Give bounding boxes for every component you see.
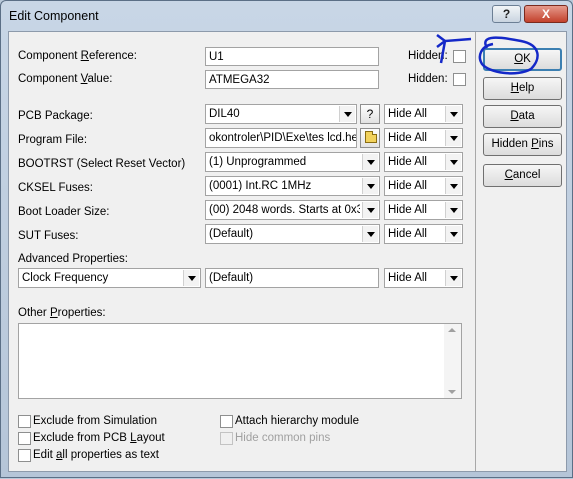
edit-all-text-checkbox[interactable]: [18, 449, 31, 462]
title-help-button[interactable]: ?: [492, 5, 521, 23]
advanced-visibility-select[interactable]: Hide All: [384, 268, 463, 288]
properties-panel: Component Reference: U1 Hidden: Componen…: [9, 32, 476, 471]
hidden-pins-button[interactable]: Hidden Pins: [483, 133, 562, 156]
reference-hidden-checkbox[interactable]: [453, 50, 466, 63]
component-value-label: Component Value:: [18, 73, 113, 85]
attach-hierarchy-label: Attach hierarchy module: [235, 415, 360, 427]
pcb-package-visibility-value: Hide All: [388, 108, 427, 120]
value-hidden-checkbox[interactable]: [453, 73, 466, 86]
boot-loader-visibility-select[interactable]: Hide All: [384, 200, 463, 220]
chevron-down-icon[interactable]: [445, 106, 461, 122]
attach-hierarchy-checkbox[interactable]: [220, 415, 233, 428]
cancel-button[interactable]: Cancel: [483, 164, 562, 187]
sut-fuses-value: (Default): [209, 228, 254, 240]
exclude-pcb-checkbox[interactable]: [18, 432, 31, 445]
bootrst-visibility-value: Hide All: [388, 156, 427, 168]
window-title: Edit Component: [9, 9, 99, 23]
sut-fuses-visibility-value: Hide All: [388, 228, 427, 240]
chevron-down-icon[interactable]: [445, 178, 461, 194]
folder-icon: [365, 131, 377, 143]
pcb-package-visibility-select[interactable]: Hide All: [384, 104, 463, 124]
edit-component-dialog: Edit Component ? X Component Reference: …: [0, 0, 573, 478]
boot-loader-size-value: (00) 2048 words. Starts at 0x380: [209, 204, 360, 216]
component-reference-label: Component Reference:: [18, 50, 137, 62]
hide-common-pins-checkbox: [220, 432, 233, 445]
boot-loader-size-label: Boot Loader Size:: [18, 206, 110, 218]
chevron-down-icon[interactable]: [362, 226, 378, 242]
sut-fuses-label: SUT Fuses:: [18, 230, 79, 242]
bootrst-visibility-select[interactable]: Hide All: [384, 152, 463, 172]
advanced-property-value: Clock Frequency: [22, 272, 109, 284]
textarea-scrollbar[interactable]: [444, 324, 461, 398]
bootrst-label: BOOTRST (Select Reset Vector): [18, 158, 186, 170]
cksel-value: (0001) Int.RC 1MHz: [209, 180, 312, 192]
title-bar[interactable]: Edit Component ? X: [1, 1, 572, 31]
edit-all-text-label: Edit all properties as text: [33, 449, 159, 461]
advanced-properties-label: Advanced Properties:: [18, 253, 128, 265]
bootrst-select[interactable]: (1) Unprogrammed: [205, 152, 380, 172]
chevron-down-icon[interactable]: [362, 178, 378, 194]
chevron-down-icon[interactable]: [445, 130, 461, 146]
pcb-package-select[interactable]: DIL40: [205, 104, 357, 124]
help-button[interactable]: Help: [483, 77, 562, 100]
component-value-input[interactable]: ATMEGA32: [205, 70, 379, 89]
chevron-down-icon[interactable]: [445, 270, 461, 286]
data-button[interactable]: Data: [483, 105, 562, 128]
dialog-client-area: Component Reference: U1 Hidden: Componen…: [8, 31, 567, 472]
cksel-visibility-select[interactable]: Hide All: [384, 176, 463, 196]
boot-loader-visibility-value: Hide All: [388, 204, 427, 216]
advanced-value-input[interactable]: (Default): [205, 268, 379, 288]
component-reference-input[interactable]: U1: [205, 47, 379, 66]
other-properties-label: Other Properties:: [18, 307, 106, 319]
bootrst-value: (1) Unprogrammed: [209, 156, 307, 168]
title-close-button[interactable]: X: [524, 5, 568, 23]
chevron-down-icon[interactable]: [445, 202, 461, 218]
exclude-pcb-label: Exclude from PCB Layout: [33, 432, 165, 444]
chevron-down-icon[interactable]: [445, 154, 461, 170]
sut-fuses-select[interactable]: (Default): [205, 224, 380, 244]
chevron-down-icon[interactable]: [445, 226, 461, 242]
cksel-select[interactable]: (0001) Int.RC 1MHz: [205, 176, 380, 196]
program-file-visibility-value: Hide All: [388, 132, 427, 144]
chevron-down-icon[interactable]: [362, 154, 378, 170]
program-file-input[interactable]: okontroler\PID\Exe\tes lcd.hex: [205, 128, 357, 148]
exclude-simulation-label: Exclude from Simulation: [33, 415, 157, 427]
advanced-visibility-value: Hide All: [388, 272, 427, 284]
reference-hidden-label: Hidden:: [408, 50, 448, 62]
chevron-down-icon[interactable]: [339, 106, 355, 122]
program-file-visibility-select[interactable]: Hide All: [384, 128, 463, 148]
scroll-down-icon[interactable]: [448, 390, 456, 394]
hide-common-pins-label: Hide common pins: [235, 432, 331, 444]
value-hidden-label: Hidden:: [408, 73, 448, 85]
boot-loader-size-select[interactable]: (00) 2048 words. Starts at 0x380: [205, 200, 380, 220]
browse-file-button[interactable]: [360, 128, 380, 148]
advanced-property-select[interactable]: Clock Frequency: [18, 268, 201, 288]
cksel-visibility-value: Hide All: [388, 180, 427, 192]
chevron-down-icon[interactable]: [362, 202, 378, 218]
exclude-simulation-checkbox[interactable]: [18, 415, 31, 428]
program-file-label: Program File:: [18, 134, 88, 146]
chevron-down-icon[interactable]: [183, 270, 199, 286]
cksel-label: CKSEL Fuses:: [18, 182, 93, 194]
ok-button[interactable]: OK: [483, 48, 562, 71]
scroll-up-icon[interactable]: [448, 328, 456, 332]
pcb-package-value: DIL40: [209, 108, 240, 120]
package-help-button[interactable]: ?: [360, 104, 380, 124]
sut-fuses-visibility-select[interactable]: Hide All: [384, 224, 463, 244]
pcb-package-label: PCB Package:: [18, 110, 93, 122]
other-properties-textarea[interactable]: [18, 323, 462, 399]
